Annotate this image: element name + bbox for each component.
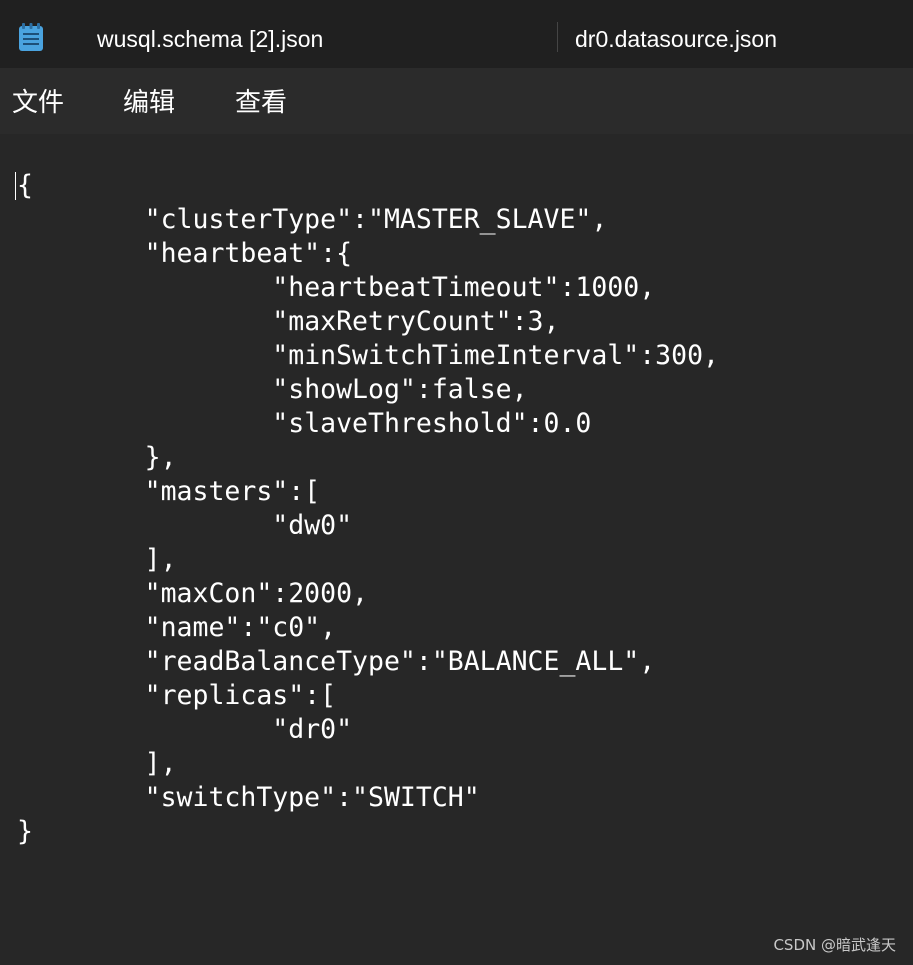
- code-line: "heartbeatTimeout":1000,: [17, 272, 656, 303]
- menu-bar: 文件 编辑 查看: [0, 68, 913, 134]
- watermark: CSDN @暗武逢天: [773, 936, 896, 954]
- title-bar: wusql.schema [2].json dr0.datasource.jso…: [0, 0, 913, 68]
- code-line: "heartbeat":{: [17, 238, 353, 269]
- code-line: "maxCon":2000,: [17, 578, 369, 609]
- code-line: "dw0": [17, 510, 353, 541]
- notepad-icon[interactable]: [18, 22, 44, 52]
- code-line: "showLog":false,: [17, 374, 528, 405]
- menu-view[interactable]: 查看: [235, 68, 287, 134]
- code-line: "clusterType":"MASTER_SLAVE",: [17, 204, 608, 235]
- code-line: "replicas":[: [17, 680, 337, 711]
- code-line: ],: [17, 544, 177, 575]
- editor-content[interactable]: { "clusterType":"MASTER_SLAVE", "heartbe…: [17, 169, 719, 849]
- code-line: ],: [17, 748, 177, 779]
- tab-dr0-datasource[interactable]: dr0.datasource.json: [575, 0, 777, 68]
- text-editor[interactable]: { "clusterType":"MASTER_SLAVE", "heartbe…: [0, 134, 913, 965]
- code-line: "masters":[: [17, 476, 321, 507]
- menu-file[interactable]: 文件: [12, 68, 64, 134]
- code-line: "maxRetryCount":3,: [17, 306, 560, 337]
- code-line: "dr0": [17, 714, 353, 745]
- code-line: "name":"c0",: [17, 612, 337, 643]
- code-line: "readBalanceType":"BALANCE_ALL",: [17, 646, 656, 677]
- tab-wusql-schema[interactable]: wusql.schema [2].json: [97, 0, 323, 68]
- tab-divider: [557, 22, 558, 52]
- code-line: },: [17, 442, 177, 473]
- text-caret: [15, 172, 16, 200]
- code-line: {: [17, 170, 33, 201]
- code-line: "switchType":"SWITCH": [17, 782, 480, 813]
- code-line: "slaveThreshold":0.0: [17, 408, 592, 439]
- menu-edit[interactable]: 编辑: [123, 68, 175, 134]
- code-line: }: [17, 816, 33, 847]
- code-line: "minSwitchTimeInterval":300,: [17, 340, 720, 371]
